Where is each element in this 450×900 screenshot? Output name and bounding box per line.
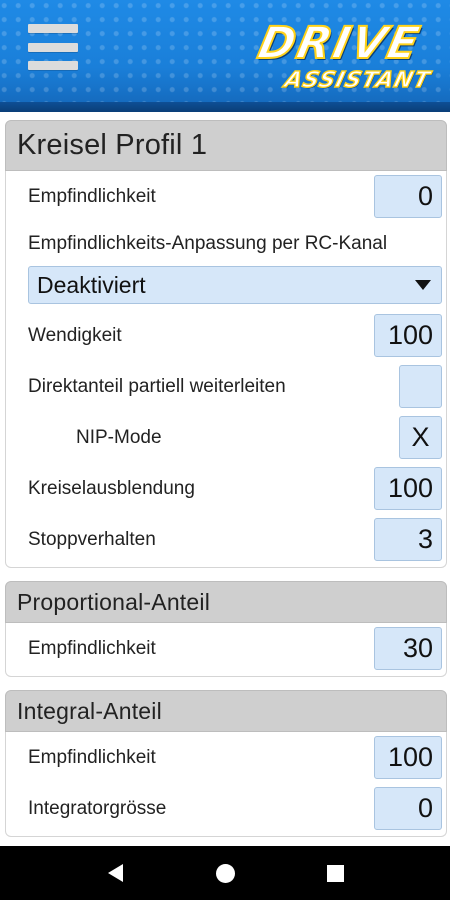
row-integratorgroesse: Integratorgrösse 0 [6, 783, 446, 834]
integral-empfindlichkeit-input[interactable]: 100 [374, 736, 442, 779]
dropdown-value: Deaktiviert [37, 271, 146, 298]
section-body: Empfindlichkeit 0 Empfindlichkeits-Anpas… [5, 171, 447, 568]
section-title: Kreisel Profil 1 [5, 120, 447, 171]
menu-icon[interactable] [28, 22, 78, 72]
field-label: Empfindlichkeit [28, 637, 156, 659]
field-label: Direktanteil partiell weiterleiten [28, 375, 286, 397]
recents-square-icon [326, 864, 344, 882]
menu-bar [28, 42, 78, 52]
section-body: Empfindlichkeit 30 [5, 623, 447, 677]
back-triangle-icon [107, 864, 123, 882]
row-kreiselausblendung: Kreiselausblendung 100 [6, 463, 446, 514]
direktanteil-checkbox[interactable] [399, 365, 442, 408]
drive-assistant-logo: DRIVE ASSISTANT [238, 17, 438, 98]
field-label: Integratorgrösse [28, 797, 167, 819]
integratorgroesse-input[interactable]: 0 [374, 787, 442, 830]
field-label: Kreiselausblendung [28, 477, 195, 499]
section-proportional-anteil: Proportional-Anteil Empfindlichkeit 30 [5, 581, 447, 677]
row-empfindlichkeit: Empfindlichkeit 100 [6, 732, 446, 783]
empfindlichkeit-input[interactable]: 0 [374, 175, 442, 218]
row-empfindlichkeit: Empfindlichkeit 30 [6, 623, 446, 674]
android-nav-bar [0, 846, 450, 900]
field-label: Empfindlichkeit [28, 185, 156, 207]
section-integral-anteil: Integral-Anteil Empfindlichkeit 100 Inte… [5, 690, 447, 837]
row-stoppverhalten: Stoppverhalten 3 [6, 514, 446, 565]
section-title: Integral-Anteil [5, 690, 447, 732]
field-label: Wendigkeit [28, 324, 122, 346]
stoppverhalten-input[interactable]: 3 [374, 518, 442, 561]
row-anpassung-select: Deaktiviert [6, 266, 446, 310]
back-icon[interactable] [100, 858, 130, 888]
section-kreisel-profil: Kreisel Profil 1 Empfindlichkeit 0 Empfi… [5, 120, 447, 568]
section-body: Empfindlichkeit 100 Integratorgrösse 0 [5, 732, 447, 837]
row-nip-mode: NIP-Mode X [6, 412, 446, 463]
logo-line-2: ASSISTANT [281, 67, 434, 93]
row-empfindlichkeit: Empfindlichkeit 0 [6, 171, 446, 222]
proportional-empfindlichkeit-input[interactable]: 30 [374, 627, 442, 670]
row-wendigkeit: Wendigkeit 100 [6, 310, 446, 361]
wendigkeit-input[interactable]: 100 [374, 314, 442, 357]
field-label: Stoppverhalten [28, 528, 156, 550]
settings-content: Kreisel Profil 1 Empfindlichkeit 0 Empfi… [5, 120, 447, 850]
home-icon[interactable] [210, 858, 240, 888]
menu-bar [28, 24, 78, 33]
menu-bar [28, 61, 78, 70]
field-label: Empfindlichkeits-Anpassung per RC-Kanal [28, 233, 388, 254]
logo-line-1: DRIVE [253, 17, 427, 70]
field-label: NIP-Mode [76, 426, 162, 448]
nip-mode-checkbox[interactable]: X [399, 416, 442, 459]
recents-icon[interactable] [320, 858, 350, 888]
dropdown-arrow-icon [415, 280, 431, 290]
section-title: Proportional-Anteil [5, 581, 447, 623]
row-direktanteil: Direktanteil partiell weiterleiten [6, 361, 446, 412]
home-circle-icon [215, 863, 235, 883]
app-header: DRIVE ASSISTANT [0, 0, 450, 112]
row-anpassung-label: Empfindlichkeits-Anpassung per RC-Kanal [6, 222, 446, 266]
field-label: Empfindlichkeit [28, 746, 156, 768]
anpassung-dropdown[interactable]: Deaktiviert [28, 266, 442, 304]
kreiselausblendung-input[interactable]: 100 [374, 467, 442, 510]
